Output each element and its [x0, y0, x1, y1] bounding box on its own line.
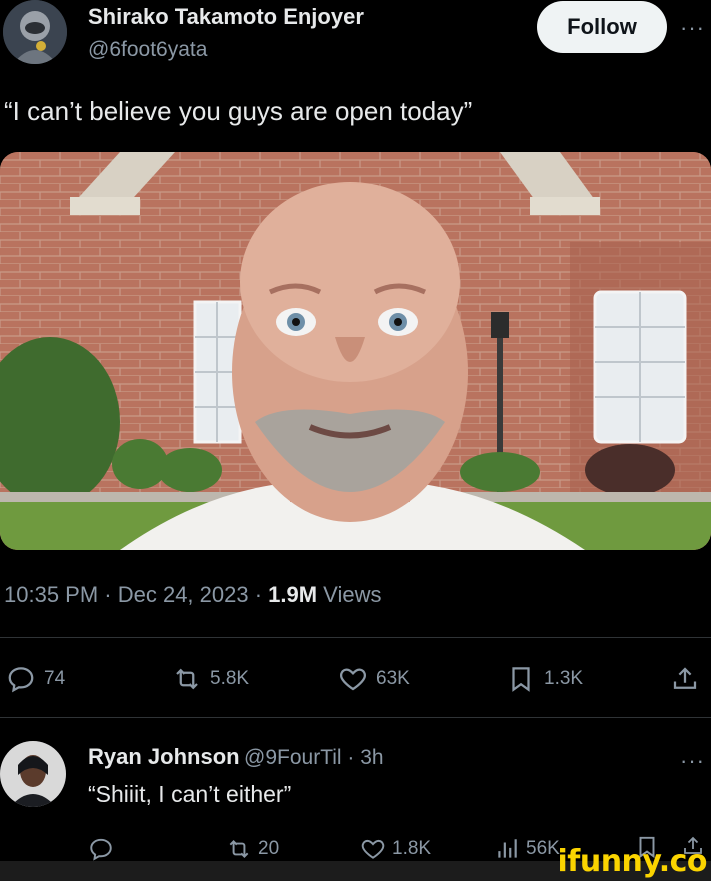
reply-avatar[interactable] [0, 741, 66, 807]
author-name[interactable]: Shirako Takamoto Enjoyer [88, 4, 364, 30]
bookmark-icon [512, 667, 530, 692]
more-options-icon[interactable]: ··· [680, 15, 705, 41]
divider-bottom [0, 717, 711, 718]
author-handle[interactable]: @6foot6yata [88, 38, 207, 62]
tweet-timestamp[interactable]: 10:35 PM · Dec 24, 2023 · 1.9M Views [4, 582, 381, 608]
views-label: Views [317, 582, 382, 607]
reply-more-options-icon[interactable]: ··· [680, 748, 705, 774]
share-icon [673, 667, 697, 689]
like-count: 63K [376, 668, 410, 689]
reply-icon [90, 838, 112, 861]
retweet-icon [229, 840, 249, 858]
reply-icon [8, 667, 34, 693]
retweet-count: 5.8K [210, 668, 250, 689]
retweet-icon [176, 668, 198, 690]
author-avatar[interactable] [3, 0, 67, 64]
bookmark-count: 1.3K [544, 668, 584, 689]
follow-button[interactable]: Follow [537, 1, 667, 53]
tweet-text: “I can’t believe you guys are open today… [4, 96, 473, 126]
like-button[interactable]: 63K [338, 664, 410, 694]
timestamp-text: 10:35 PM · Dec 24, 2023 · [4, 582, 269, 607]
reply-retweet-count: 20 [258, 838, 280, 859]
retweet-button[interactable]: 5.8K [172, 664, 249, 694]
tweet-image[interactable] [0, 152, 711, 550]
share-button[interactable] [670, 664, 700, 694]
reply-header: Ryan Johnson @9FourTil · 3h [88, 744, 384, 770]
reply-count: 74 [44, 668, 66, 689]
reply-views-button[interactable]: 56K [494, 836, 560, 862]
reply-reply-button[interactable] [88, 836, 114, 862]
reply-like-button[interactable]: 1.8K [360, 836, 431, 862]
reply-views-count: 56K [526, 838, 560, 859]
reply-like-count: 1.8K [392, 838, 432, 859]
reply-text: “Shiiit, I can’t either” [88, 781, 292, 807]
reply-button[interactable]: 74 [6, 664, 65, 694]
reply-handle-time[interactable]: @9FourTil · 3h [244, 746, 384, 769]
reply-retweet-button[interactable]: 20 [226, 836, 279, 862]
ifunny-watermark: ifunny.co [557, 844, 708, 879]
reply-author-name[interactable]: Ryan Johnson [88, 744, 240, 769]
views-bar-chart-icon [498, 839, 517, 858]
divider-top [0, 637, 711, 638]
views-count: 1.9M [268, 582, 318, 607]
bookmark-button[interactable]: 1.3K [506, 664, 583, 694]
heart-icon [340, 668, 366, 691]
heart-icon [361, 839, 385, 859]
